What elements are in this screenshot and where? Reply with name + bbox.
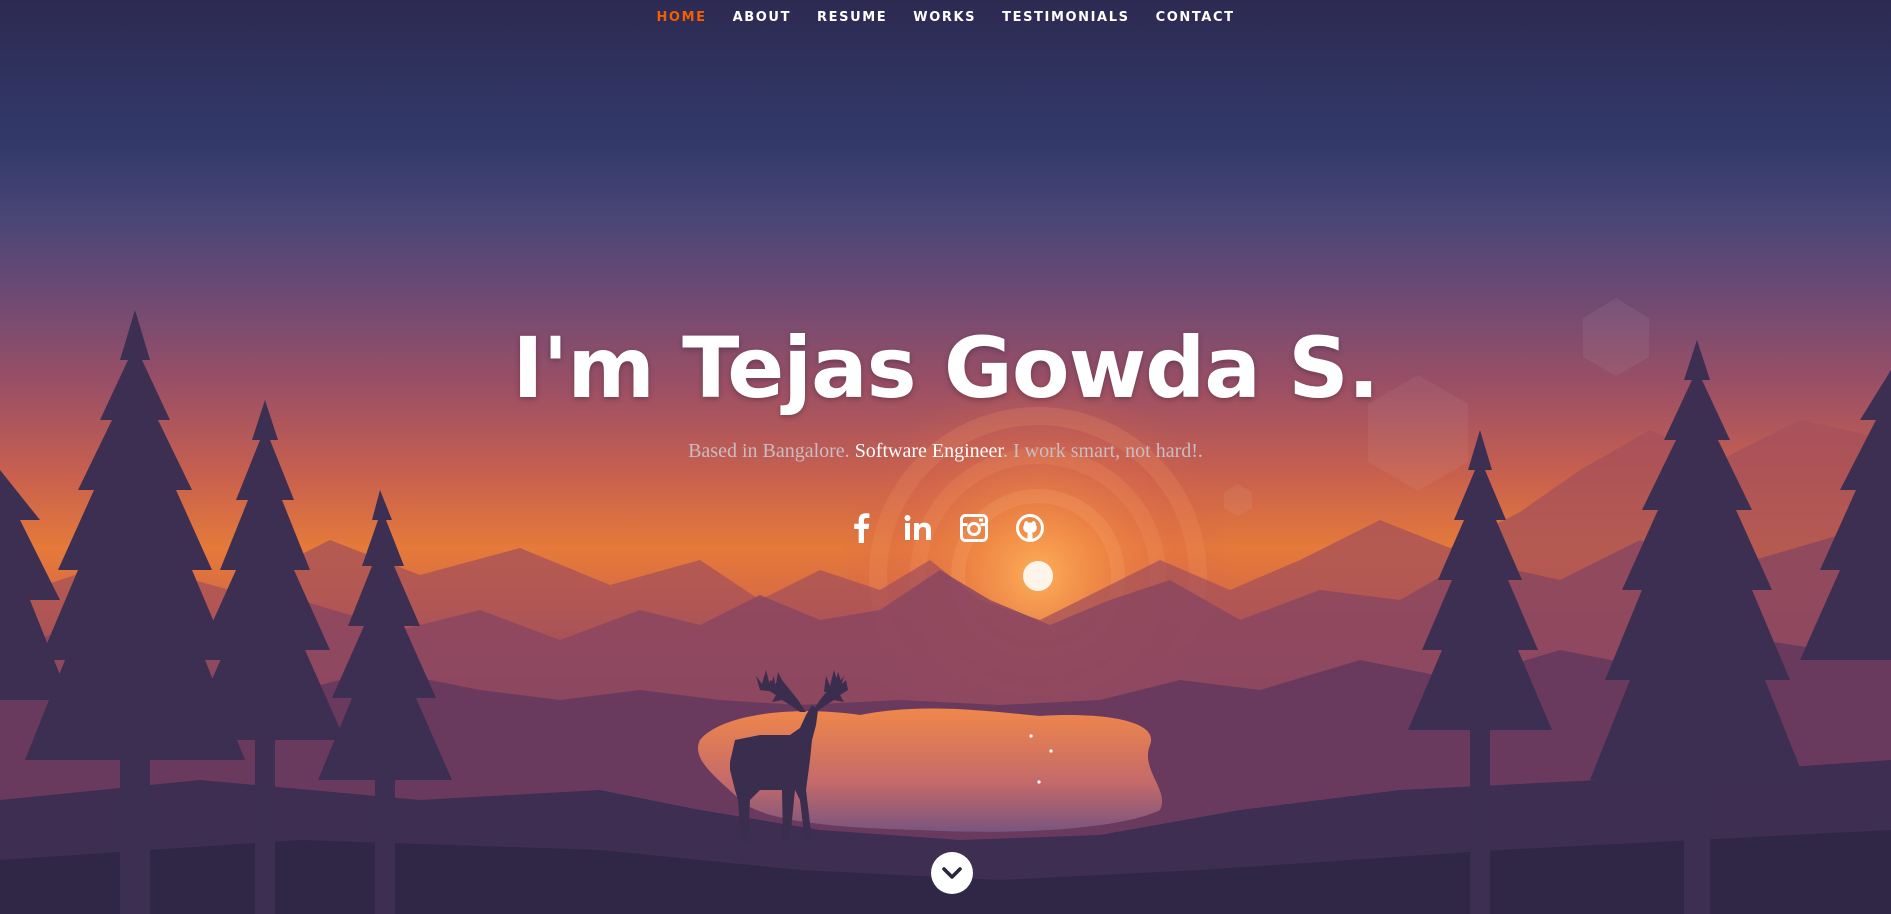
nav-testimonials[interactable]: TESTIMONIALS xyxy=(1002,10,1129,25)
nav-home[interactable]: HOME xyxy=(656,10,706,25)
top-navigation: HOME ABOUT RESUME WORKS TESTIMONIALS CON… xyxy=(0,0,1891,34)
scroll-down-button[interactable] xyxy=(931,852,973,894)
facebook-icon[interactable] xyxy=(847,512,877,544)
subtitle-location: Based in Bangalore. xyxy=(688,440,855,462)
subtitle-role: Software Engineer xyxy=(854,440,1003,462)
chevron-down-icon xyxy=(942,867,962,879)
social-links xyxy=(0,512,1891,544)
hero-title: I'm Tejas Gowda S. xyxy=(512,319,1379,417)
nav-works[interactable]: WORKS xyxy=(913,10,976,25)
hero-section: HOME ABOUT RESUME WORKS TESTIMONIALS CON… xyxy=(0,0,1891,914)
nav-about[interactable]: ABOUT xyxy=(733,10,791,25)
nav-resume[interactable]: RESUME xyxy=(817,10,887,25)
nav-contact[interactable]: CONTACT xyxy=(1156,10,1235,25)
instagram-icon[interactable] xyxy=(959,512,989,544)
linkedin-icon[interactable] xyxy=(903,512,933,544)
hero-subtitle: Based in Bangalore. Software Engineer. I… xyxy=(0,440,1891,463)
subtitle-tagline: . I work smart, not hard!. xyxy=(1002,440,1203,462)
github-icon[interactable] xyxy=(1015,512,1045,544)
